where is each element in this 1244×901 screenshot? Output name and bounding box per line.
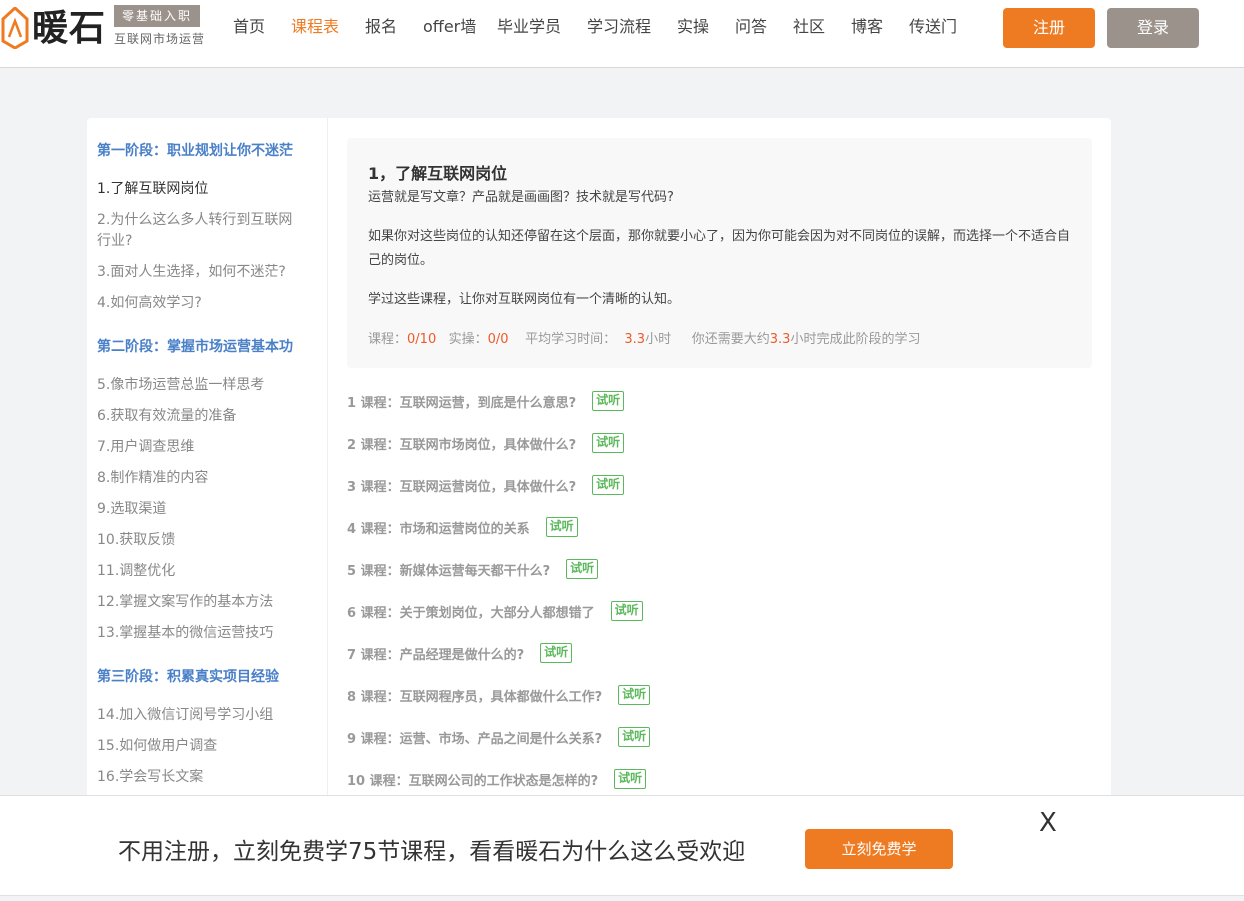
sidebar-lesson[interactable]: 2.为什么这么多人转行到互联网行业? — [97, 210, 297, 252]
avg-time-value: 3.3 — [624, 332, 646, 347]
nav-learning-process[interactable]: 学习流程 — [587, 16, 651, 38]
course-title[interactable]: 7 课程：产品经理是做什么的? — [347, 644, 524, 663]
nav-community[interactable]: 社区 — [793, 16, 825, 38]
trial-badge[interactable]: 试听 — [592, 391, 625, 411]
course-item[interactable]: 1 课程：互联网运营，到底是什么意思? 试听 — [347, 391, 625, 411]
nav-enroll[interactable]: 报名 — [365, 16, 397, 38]
intro-paragraph: 运营就是写文章？产品就是画画图？技术就是写代码? — [368, 190, 674, 205]
course-container: 第一阶段：职业规划让你不迷茫 1.了解互联网岗位 2.为什么这么多人转行到互联网… — [87, 118, 1111, 818]
trial-badge[interactable]: 试听 — [610, 601, 643, 621]
sidebar-lesson[interactable]: 10.获取反馈 — [97, 530, 317, 551]
nav-graduates[interactable]: 毕业学员 — [497, 16, 561, 38]
sidebar-lesson[interactable]: 4.如何高效学习? — [97, 293, 317, 314]
stone-logo-icon — [1, 7, 29, 49]
course-title[interactable]: 9 课程：运营、市场、产品之间是什么关系? — [347, 728, 602, 747]
course-item[interactable]: 2 课程：互联网市场岗位，具体做什么? 试听 — [347, 433, 625, 453]
logo-subtitle: 互联网市场运营 — [114, 32, 206, 46]
course-item[interactable]: 9 课程：运营、市场、产品之间是什么关系? 试听 — [347, 727, 651, 747]
course-count-value: 0/10 — [407, 332, 437, 347]
nav-portal[interactable]: 传送门 — [909, 16, 957, 38]
remaining-time-prefix: 你还需要大约 — [691, 332, 770, 347]
sidebar-lesson[interactable]: 15.如何做用户调查 — [97, 736, 317, 757]
logo-name: 暖石 — [32, 7, 107, 49]
sidebar-lesson[interactable]: 3.面对人生选择，如何不迷茫? — [97, 262, 317, 283]
stage-intro-card: 1，了解互联网岗位 运营就是写文章？产品就是画画图？技术就是写代码? 如果你对这… — [347, 138, 1092, 368]
practice-count-value: 0/0 — [487, 332, 509, 347]
trial-badge[interactable]: 试听 — [540, 643, 573, 663]
sidebar-lesson[interactable]: 11.调整优化 — [97, 561, 317, 582]
course-item[interactable]: 3 课程：互联网运营岗位，具体做什么? 试听 — [347, 475, 625, 495]
course-item[interactable]: 4 课程：市场和运营岗位的关系 试听 — [347, 517, 578, 537]
promo-banner: 不用注册，立刻免费学75节课程，看看暖石为什么这么受欢迎 立刻免费学 X — [0, 795, 1244, 896]
course-item[interactable]: 8 课程：互联网程序员，具体都做什么工作? 试听 — [347, 685, 651, 705]
sidebar-lesson[interactable]: 13.掌握基本的微信运营技巧 — [97, 623, 317, 644]
practice-count-label: 实操： — [448, 332, 488, 347]
course-title[interactable]: 8 课程：互联网程序员，具体都做什么工作? — [347, 686, 602, 705]
progress-stats: 课程：0/10 实操：0/0 平均学习时间： 3.3小时 你还需要大约3.3小时… — [368, 328, 920, 347]
trial-badge[interactable]: 试听 — [566, 559, 599, 579]
nav-home[interactable]: 首页 — [233, 16, 265, 38]
sidebar-lesson[interactable]: 14.加入微信订阅号学习小组 — [97, 705, 317, 726]
nav-blog[interactable]: 博客 — [851, 16, 883, 38]
course-title[interactable]: 10 课程：互联网公司的工作状态是怎样的? — [347, 770, 598, 789]
course-title[interactable]: 3 课程：互联网运营岗位，具体做什么? — [347, 476, 576, 495]
free-study-button[interactable]: 立刻免费学 — [805, 829, 953, 869]
promo-text: 不用注册，立刻免费学75节课程，看看暖石为什么这么受欢迎 — [118, 839, 746, 865]
register-button[interactable]: 注册 — [1003, 8, 1095, 48]
trial-badge[interactable]: 试听 — [614, 769, 647, 789]
nav-practice[interactable]: 实操 — [677, 16, 709, 38]
course-title[interactable]: 6 课程：关于策划岗位，大部分人都想错了 — [347, 602, 595, 621]
sidebar-lesson[interactable]: 12.掌握文案写作的基本方法 — [97, 592, 317, 613]
course-title[interactable]: 5 课程：新媒体运营每天都干什么? — [347, 560, 550, 579]
course-item[interactable]: 6 课程：关于策划岗位，大部分人都想错了 试听 — [347, 601, 643, 621]
intro-title: 1，了解互联网岗位 — [368, 164, 508, 183]
sidebar-lesson[interactable]: 5.像市场运营总监一样思考 — [97, 375, 317, 396]
course-item[interactable]: 7 课程：产品经理是做什么的? 试听 — [347, 643, 573, 663]
close-icon[interactable]: X — [1039, 808, 1057, 838]
intro-paragraph: 如果你对这些岗位的认知还停留在这个层面，那你就要小心了，因为你可能会因为对不同岗… — [368, 229, 1071, 268]
course-title[interactable]: 4 课程：市场和运营岗位的关系 — [347, 518, 530, 537]
avg-time-label: 平均学习时间： — [525, 332, 617, 347]
sidebar-lesson[interactable]: 6.获取有效流量的准备 — [97, 406, 317, 427]
course-item[interactable]: 10 课程：互联网公司的工作状态是怎样的? 试听 — [347, 769, 647, 789]
sidebar-lesson[interactable]: 1.了解互联网岗位 — [97, 179, 317, 200]
sidebar: 第一阶段：职业规划让你不迷茫 1.了解互联网岗位 2.为什么这么多人转行到互联网… — [87, 118, 328, 818]
trial-badge[interactable]: 试听 — [618, 685, 651, 705]
avg-time-unit: 小时 — [645, 332, 672, 347]
stage-heading[interactable]: 第三阶段：积累真实项目经验 — [97, 666, 279, 686]
trial-badge[interactable]: 试听 — [618, 727, 651, 747]
top-navbar: 暖石 零基础入职 互联网市场运营 首页 课程表 报名 offer墙 毕业学员 学… — [0, 0, 1244, 68]
stage-heading[interactable]: 第一阶段：职业规划让你不迷茫 — [97, 140, 293, 160]
stage-heading[interactable]: 第二阶段：掌握市场运营基本功 — [97, 336, 293, 356]
course-count-label: 课程： — [368, 332, 408, 347]
sidebar-lesson[interactable]: 9.选取渠道 — [97, 499, 317, 520]
trial-badge[interactable]: 试听 — [592, 475, 625, 495]
sidebar-lesson[interactable]: 16.学会写长文案 — [97, 767, 317, 788]
sidebar-lesson[interactable]: 8.制作精准的内容 — [97, 468, 317, 489]
course-title[interactable]: 1 课程：互联网运营，到底是什么意思? — [347, 392, 576, 411]
remaining-time-value: 3.3 — [769, 332, 791, 347]
logo[interactable]: 暖石 — [0, 4, 106, 52]
main-content: 1，了解互联网岗位 运营就是写文章？产品就是画画图？技术就是写代码? 如果你对这… — [347, 138, 1092, 789]
trial-badge[interactable]: 试听 — [592, 433, 625, 453]
course-title[interactable]: 2 课程：互联网市场岗位，具体做什么? — [347, 434, 576, 453]
intro-paragraph: 学过这些课程，让你对互联网岗位有一个清晰的认知。 — [368, 292, 681, 307]
trial-badge[interactable]: 试听 — [545, 517, 578, 537]
logo-tag: 零基础入职 — [114, 5, 200, 27]
login-button[interactable]: 登录 — [1107, 8, 1199, 48]
nav-qa[interactable]: 问答 — [735, 16, 767, 38]
sidebar-lesson[interactable]: 7.用户调查思维 — [97, 437, 317, 458]
nav-schedule[interactable]: 课程表 — [291, 16, 339, 38]
nav-offer-wall[interactable]: offer墙 — [423, 16, 476, 38]
course-item[interactable]: 5 课程：新媒体运营每天都干什么? 试听 — [347, 559, 599, 579]
remaining-time-suffix: 小时完成此阶段的学习 — [790, 332, 921, 347]
